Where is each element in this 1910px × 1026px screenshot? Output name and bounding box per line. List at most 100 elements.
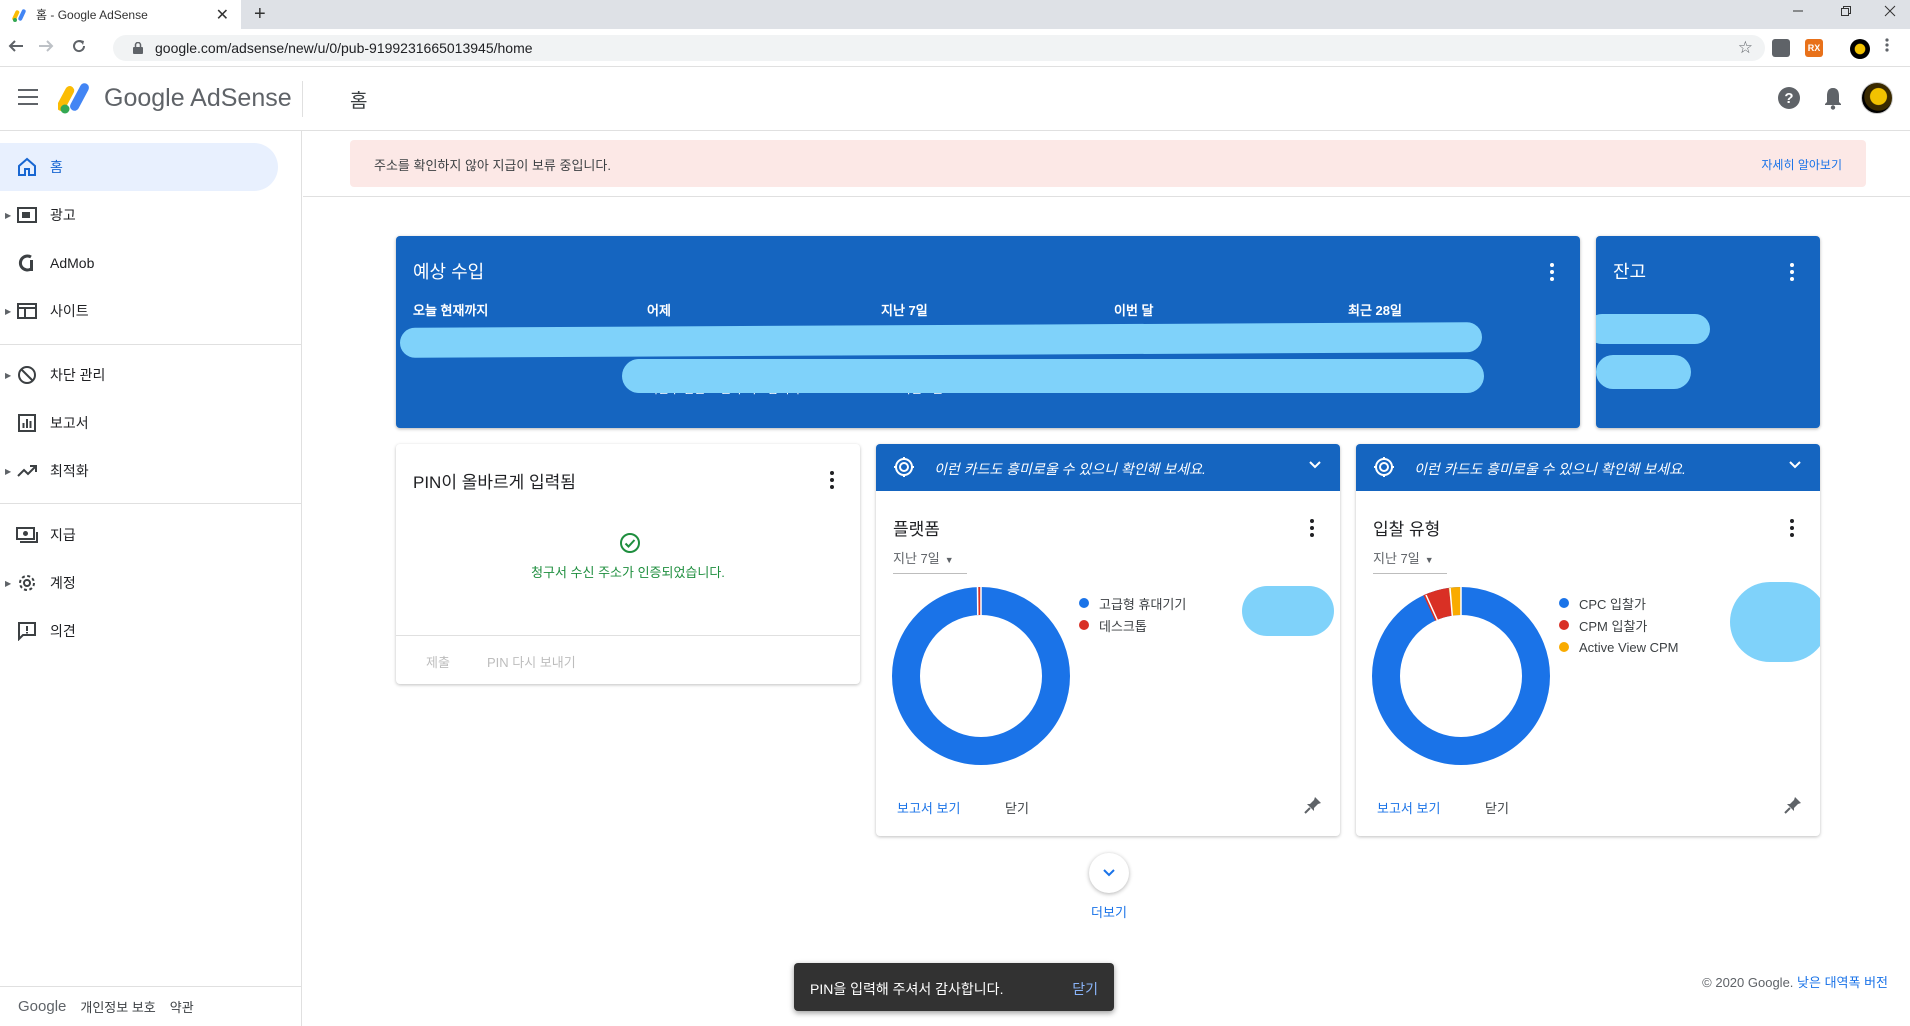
- address-bar: google.com/adsense/new/u/0/pub-919923166…: [0, 29, 1910, 67]
- profile-avatar-icon[interactable]: [1850, 39, 1870, 59]
- back-icon[interactable]: [8, 38, 24, 59]
- brand-name: Google AdSense: [104, 84, 292, 112]
- earnings-more-icon[interactable]: [1550, 263, 1554, 281]
- sidebar-item-label: 홈: [50, 159, 63, 175]
- resend-pin-button[interactable]: PIN 다시 보내기: [487, 652, 576, 671]
- notifications-bell-icon[interactable]: [1822, 85, 1844, 111]
- browser-tab-strip: 홈 - Google AdSense ✕ +: [0, 0, 1910, 29]
- bid-card-more-icon[interactable]: [1790, 519, 1794, 537]
- sidebar-item-label: 사이트: [50, 303, 89, 319]
- sidebar: 홈 ▶ 광고 AdMob ▶ 사이트 ▶ 차단 관리 보고서 ▶ 최적화 지급 …: [0, 131, 302, 1026]
- sidebar-item-label: 최적화: [50, 463, 89, 479]
- expand-caret-icon: ▶: [5, 210, 12, 220]
- tab-close-icon[interactable]: ✕: [216, 5, 229, 25]
- forward-icon[interactable]: [38, 38, 54, 59]
- expand-caret-icon: ▶: [5, 578, 12, 588]
- low-bandwidth-link[interactable]: 낮은 대역폭 버전: [1797, 975, 1888, 990]
- block-icon: [16, 364, 38, 386]
- sidebar-item-sites[interactable]: ▶ 사이트: [0, 287, 278, 335]
- platform-legend: 고급형 휴대기기 데스크톱: [1079, 592, 1186, 636]
- sidebar-item-optimization[interactable]: ▶ 최적화: [0, 447, 278, 495]
- chevron-down-icon: [1103, 869, 1115, 877]
- dropdown-arrow-icon: ▼: [1424, 555, 1434, 565]
- extension-rx-icon[interactable]: RX: [1805, 39, 1823, 57]
- appbar-divider: [302, 81, 303, 117]
- learn-more-link[interactable]: 자세히 알아보기: [1761, 156, 1842, 173]
- restore-icon[interactable]: [1826, 0, 1866, 22]
- feedback-icon: [16, 620, 38, 642]
- bid-type-donut-chart: [1372, 587, 1550, 765]
- redaction-mark: [399, 322, 1483, 358]
- chevron-down-icon[interactable]: [1788, 458, 1802, 472]
- pin-icon[interactable]: [1784, 796, 1802, 814]
- legend-label: CPC 입찰가: [1579, 596, 1646, 612]
- estimated-earnings-card: 예상 수입 오늘 현재까지 어제 지난 7일 이번 달 최근 28일 지난주 같…: [396, 236, 1580, 428]
- admob-icon: [16, 252, 38, 274]
- pin-card-more-icon[interactable]: [830, 471, 834, 489]
- platform-card-more-icon[interactable]: [1310, 519, 1314, 537]
- account-avatar[interactable]: [1861, 82, 1893, 114]
- main-menu-icon[interactable]: [18, 89, 38, 105]
- sidebar-item-account[interactable]: ▶ 계정: [0, 559, 278, 607]
- platform-card: 이런 카드도 흥미로울 수 있으니 확인해 보세요. 플랫폼 지난 7일 ▼ 고급…: [876, 444, 1340, 836]
- sidebar-item-label: 지급: [50, 527, 76, 543]
- terms-link[interactable]: 약관: [170, 997, 194, 1016]
- sidebar-item-feedback[interactable]: 의견: [0, 607, 278, 655]
- sidebar-item-reports[interactable]: 보고서: [0, 399, 278, 447]
- balance-more-icon[interactable]: [1790, 263, 1794, 281]
- submit-button[interactable]: 제출: [426, 652, 450, 671]
- sidebar-item-home[interactable]: 홈: [0, 143, 278, 191]
- lightbulb-icon: [1374, 457, 1394, 477]
- bid-type-card: 이런 카드도 흥미로울 수 있으니 확인해 보세요. 입찰 유형 지난 7일 ▼ …: [1356, 444, 1820, 836]
- show-more-label[interactable]: 더보기: [1089, 902, 1129, 921]
- view-report-link[interactable]: 보고서 보기: [1377, 798, 1440, 817]
- sidebar-item-label: 계정: [50, 575, 76, 591]
- date-range-select[interactable]: 지난 7일 ▼: [893, 548, 967, 574]
- trending-up-icon: [16, 460, 38, 482]
- view-report-link[interactable]: 보고서 보기: [897, 798, 960, 817]
- tab-title: 홈 - Google AdSense: [36, 8, 148, 22]
- new-tab-icon[interactable]: +: [254, 3, 266, 26]
- chevron-down-icon[interactable]: [1308, 458, 1322, 472]
- balance-card: 잔고: [1596, 236, 1820, 428]
- close-card-button[interactable]: 닫기: [1005, 798, 1029, 817]
- date-range-select[interactable]: 지난 7일 ▼: [1373, 548, 1447, 574]
- redaction-mark: [622, 359, 1484, 393]
- redaction-mark: [1242, 586, 1334, 636]
- help-icon[interactable]: ?: [1778, 87, 1800, 109]
- url-field[interactable]: google.com/adsense/new/u/0/pub-919923166…: [113, 35, 1765, 61]
- redaction-mark: [1730, 582, 1820, 662]
- page-footer: © 2020 Google. 낮은 대역폭 버전: [1702, 972, 1888, 991]
- close-card-button[interactable]: 닫기: [1485, 798, 1509, 817]
- url-text: google.com/adsense/new/u/0/pub-919923166…: [155, 40, 533, 56]
- privacy-link[interactable]: 개인정보 보호: [80, 997, 155, 1016]
- window-close-icon[interactable]: [1870, 0, 1910, 22]
- snackbar-message: PIN을 입력해 주셔서 감사합니다.: [810, 981, 1004, 997]
- sidebar-item-label: 광고: [50, 207, 76, 223]
- bookmark-star-icon[interactable]: ☆: [1738, 38, 1753, 58]
- minimize-icon[interactable]: [1778, 0, 1818, 22]
- suggestion-text: 이런 카드도 흥미로울 수 있으니 확인해 보세요.: [1414, 461, 1686, 477]
- snackbar-dismiss-button[interactable]: 닫기: [1072, 979, 1098, 999]
- suggestion-header[interactable]: 이런 카드도 흥미로울 수 있으니 확인해 보세요.: [1356, 444, 1820, 491]
- adsense-favicon-icon: [12, 7, 28, 23]
- sidebar-divider: [0, 344, 302, 345]
- legend-label: CPM 입찰가: [1579, 618, 1648, 634]
- sidebar-item-payments[interactable]: 지급: [0, 511, 278, 559]
- google-footer-logo: Google: [18, 998, 67, 1015]
- sidebar-item-blocking-controls[interactable]: ▶ 차단 관리: [0, 351, 278, 399]
- date-range-value: 지난 7일: [1373, 551, 1420, 566]
- legend-item: 데스크톱: [1079, 614, 1186, 636]
- card-divider: [396, 635, 860, 636]
- browser-menu-icon[interactable]: [1885, 37, 1889, 58]
- pin-icon[interactable]: [1304, 796, 1322, 814]
- sites-icon: [16, 300, 38, 322]
- reload-icon[interactable]: [71, 38, 87, 59]
- sidebar-item-ads[interactable]: ▶ 광고: [0, 191, 278, 239]
- extension-1-icon[interactable]: [1772, 39, 1790, 57]
- browser-tab[interactable]: 홈 - Google AdSense ✕: [0, 0, 241, 29]
- show-more-button[interactable]: [1089, 853, 1129, 893]
- suggestion-header[interactable]: 이런 카드도 흥미로울 수 있으니 확인해 보세요.: [876, 444, 1340, 491]
- platform-donut-chart: [892, 586, 1070, 765]
- sidebar-item-admob[interactable]: AdMob: [0, 239, 278, 287]
